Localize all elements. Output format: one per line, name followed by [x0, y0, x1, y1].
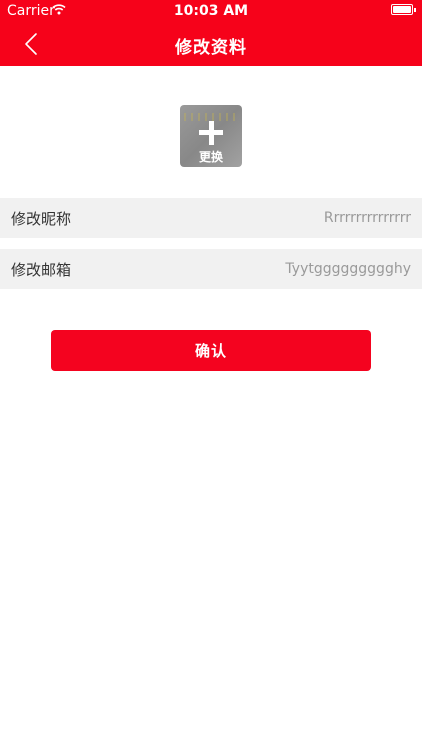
status-time: 10:03 AM [173, 3, 249, 19]
plus-icon [199, 121, 223, 145]
status-bar: Carrier 10:03 AM [0, 0, 422, 22]
nickname-row: 修改昵称 [0, 198, 422, 238]
nickname-input[interactable] [151, 206, 411, 230]
nav-bar: 修改资料 [0, 22, 422, 66]
avatar-change-label: 更换 [198, 150, 223, 164]
page-title: 修改资料 [175, 38, 247, 58]
confirm-button[interactable]: 确认 [51, 330, 371, 371]
battery-icon [391, 4, 416, 15]
email-input[interactable] [151, 257, 411, 281]
nickname-label: 修改昵称 [11, 210, 72, 228]
app-header: Carrier 10:03 AM 修改资料 [0, 0, 422, 66]
email-row: 修改邮箱 [0, 249, 422, 289]
avatar-image [184, 113, 238, 121]
avatar-change-button[interactable]: 更换 [180, 105, 242, 167]
email-label: 修改邮箱 [11, 261, 72, 279]
